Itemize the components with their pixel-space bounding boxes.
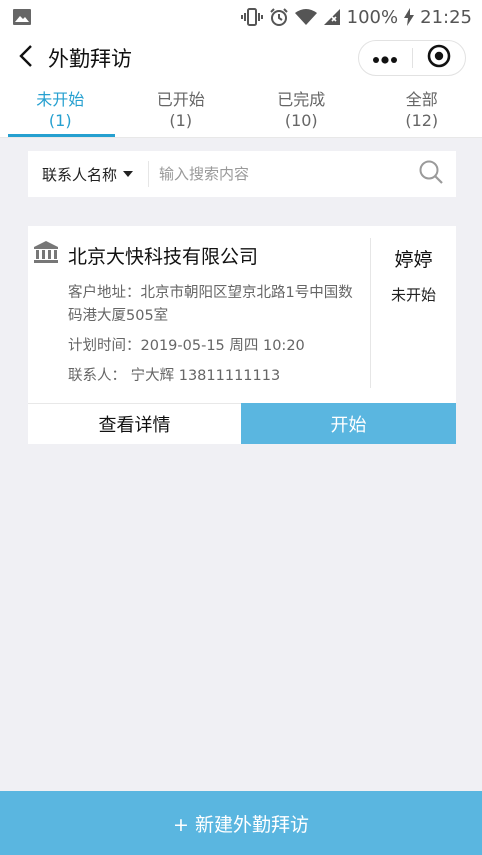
view-details-button[interactable]: 查看详情: [28, 403, 241, 444]
page-title: 外勤拜访: [48, 47, 132, 71]
time-value: 2019-05-15 周四 10:20: [140, 338, 305, 354]
caret-down-icon: [123, 171, 134, 177]
search-input[interactable]: [159, 165, 406, 183]
customer-address: 客户地址：北京市朝阳区望京北路1号中国数 码港大厦505室: [68, 282, 368, 328]
signal-icon: [323, 8, 341, 26]
tab-count: (12): [405, 110, 439, 130]
target-circle-icon: [427, 44, 451, 72]
charging-icon: [404, 8, 415, 26]
more-dots-icon: [372, 49, 398, 68]
tab-label: 已完成: [277, 89, 326, 109]
time-label: 计划时间：: [68, 338, 141, 354]
visit-info: 北京大快科技有限公司 客户地址：北京市朝阳区望京北路1号中国数 码港大厦505室…: [28, 226, 370, 403]
status-badge: 未开始: [390, 286, 436, 304]
visit-side-info: 婷婷 未开始: [370, 238, 456, 388]
search-field-select[interactable]: 联系人名称: [28, 164, 148, 185]
vibrate-icon: [240, 7, 263, 27]
tab-started[interactable]: 已开始 (1): [121, 82, 242, 137]
back-button[interactable]: [4, 34, 48, 82]
tab-completed[interactable]: 已完成 (10): [241, 82, 362, 137]
building-icon: [33, 240, 59, 268]
chevron-left-icon: [19, 44, 33, 72]
close-mini-program-button[interactable]: [413, 41, 466, 75]
tab-label: 已开始: [156, 89, 205, 109]
tab-label: 全部: [405, 89, 438, 109]
search-field-label: 联系人名称: [42, 165, 118, 184]
visit-card-actions: 查看详情 开始: [28, 403, 456, 444]
address-label: 客户地址：: [68, 285, 141, 301]
visit-card-body[interactable]: 北京大快科技有限公司 客户地址：北京市朝阳区望京北路1号中国数 码港大厦505室…: [28, 226, 456, 403]
company-name: 北京大快科技有限公司: [68, 246, 259, 268]
contact-person: 联系人： 宁大辉 13811111113: [68, 365, 368, 388]
tab-count: (10): [284, 110, 318, 130]
tab-label: 未开始: [36, 89, 85, 109]
status-tabs: 未开始 (1) 已开始 (1) 已完成 (10) 全部 (12): [0, 82, 482, 138]
tab-count: (1): [169, 110, 193, 130]
wifi-icon: [294, 8, 317, 26]
new-field-visit-button[interactable]: + 新建外勤拜访: [0, 791, 482, 855]
start-visit-button[interactable]: 开始: [241, 403, 456, 444]
visit-card: 北京大快科技有限公司 客户地址：北京市朝阳区望京北路1号中国数 码港大厦505室…: [28, 226, 456, 444]
planned-time: 计划时间：2019-05-15 周四 10:20: [68, 335, 368, 358]
address-line2: 码港大厦505室: [68, 308, 169, 324]
navigation-bar: 外勤拜访: [0, 34, 482, 82]
alarm-icon: [269, 7, 289, 27]
contact-value: 宁大辉 13811111113: [130, 368, 281, 384]
search-bar: 联系人名称: [28, 151, 456, 197]
status-bar: 100% 21:25: [0, 0, 482, 34]
more-button[interactable]: [359, 41, 412, 75]
battery-level: 100%: [346, 6, 399, 28]
clock: 21:25: [420, 6, 472, 28]
search-button[interactable]: [406, 159, 456, 189]
contact-label: 联系人：: [68, 368, 126, 384]
assignee-name: 婷婷: [394, 249, 433, 271]
search-icon: [418, 159, 444, 189]
tab-count: (1): [48, 110, 72, 130]
mini-program-capsule: [358, 40, 466, 76]
address-line1: 北京市朝阳区望京北路1号中国数: [140, 285, 353, 301]
tab-not-started[interactable]: 未开始 (1): [0, 82, 121, 137]
image-notification-icon: [12, 8, 32, 26]
search-divider: [148, 161, 149, 187]
tab-all[interactable]: 全部 (12): [362, 82, 482, 137]
